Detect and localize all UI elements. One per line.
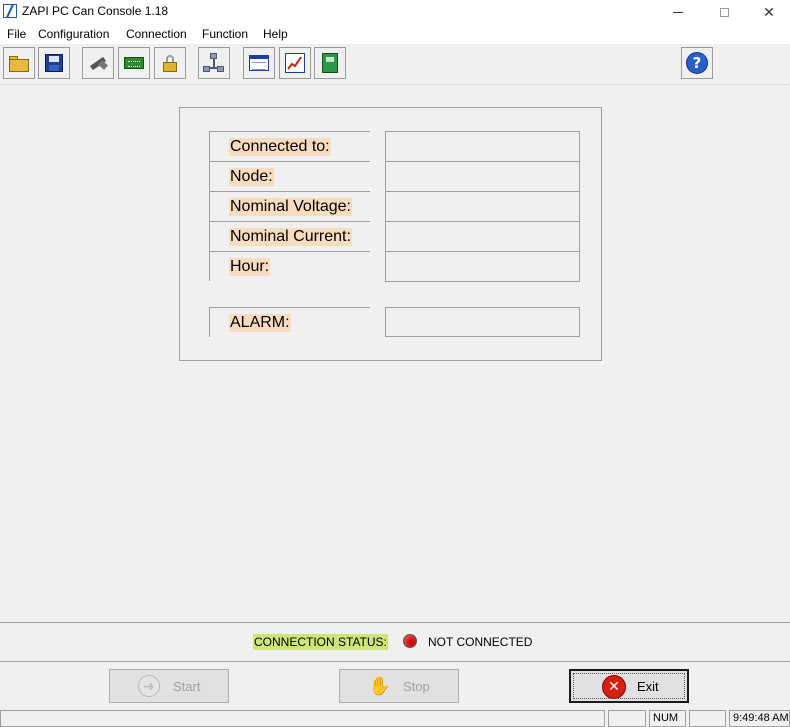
minimize-icon [673,11,683,13]
status-time: 9:49:48 AM [729,710,790,727]
status-bar: NUM 9:49:48 AM [0,708,790,727]
status-num: NUM [649,710,686,727]
menu-function[interactable]: Function [202,27,248,41]
status-divider-top [0,622,790,623]
nominal-voltage-value [386,191,579,221]
menu-file[interactable]: File [7,27,26,41]
status-divider-bottom [0,661,790,662]
start-button-label: Start [173,679,201,694]
help-icon: ? [686,52,708,74]
nominal-current-label: Nominal Current: [229,228,352,246]
stop-button-label: Stop [403,679,430,694]
window-button[interactable] [243,47,275,79]
node-value [386,161,579,191]
close-icon: ✕ [763,3,775,20]
lock-icon [159,52,181,74]
alarm-value [385,307,580,337]
controller-button[interactable] [118,47,150,79]
info-labels: Connected to: Node: Nominal Voltage: Nom… [209,131,370,281]
node-label: Node: [229,168,274,186]
network-nodes-icon [203,52,225,74]
row-nominal-voltage: Nominal Voltage: [210,191,370,221]
stop-hand-icon: ✋ [368,675,392,697]
controller-board-icon [123,52,145,74]
connection-status-text: NOT CONNECTED [428,635,533,649]
graph-chart-icon [284,52,306,74]
row-connected-to: Connected to: [210,131,370,161]
lock-button[interactable] [154,47,186,79]
toolbar: ? [0,44,790,85]
window-panel-icon [248,52,270,74]
row-node: Node: [210,161,370,191]
info-values [385,131,580,282]
menu-configuration[interactable]: Configuration [38,27,109,41]
zapi-app-icon [3,4,17,18]
row-hour: Hour: [210,251,370,281]
title-bar: ZAPI PC Can Console 1.18 ✕ [0,0,790,24]
exit-x-icon: ✕ [602,675,626,699]
status-pane-blank-2 [689,710,726,727]
graph-button[interactable] [279,47,311,79]
exit-button-label: Exit [637,679,659,694]
status-pane-blank-1 [608,710,646,727]
alarm-label: ALARM: [229,314,291,332]
menu-help[interactable]: Help [263,27,288,41]
status-message [0,710,605,727]
green-book-icon [319,52,341,74]
connected-to-label: Connected to: [229,138,331,156]
save-button[interactable] [38,47,70,79]
alarm-label-cell: ALARM: [209,307,370,337]
network-button[interactable] [198,47,230,79]
menu-bar: File Configuration Connection Function H… [0,24,790,44]
start-button[interactable]: ➜ Start [109,669,229,703]
maximize-icon [719,7,729,17]
book-button[interactable] [314,47,346,79]
exit-button[interactable]: ✕ Exit [569,669,689,703]
connection-status-label: CONNECTION STATUS: [253,634,388,650]
help-button[interactable]: ? [681,47,713,79]
row-nominal-current: Nominal Current: [210,221,370,251]
window-title: ZAPI PC Can Console 1.18 [22,4,169,18]
nominal-voltage-label: Nominal Voltage: [229,198,352,216]
connection-led-icon [403,634,417,648]
start-arrow-icon: ➜ [138,675,160,697]
row-alarm: ALARM: [210,307,370,337]
open-folder-icon [8,52,30,74]
menu-connection[interactable]: Connection [126,27,187,41]
disconnect-button[interactable] [82,47,114,79]
stop-button[interactable]: ✋ Stop [339,669,459,703]
save-disk-icon [43,52,65,74]
connected-to-value [386,131,579,161]
hour-value [386,251,579,281]
open-button[interactable] [3,47,35,79]
hour-label: Hour: [229,258,271,276]
minimize-button[interactable] [655,0,701,24]
disconnect-plug-icon [87,52,109,74]
maximize-button[interactable] [701,0,747,24]
nominal-current-value [386,221,579,251]
close-button[interactable]: ✕ [746,0,790,24]
